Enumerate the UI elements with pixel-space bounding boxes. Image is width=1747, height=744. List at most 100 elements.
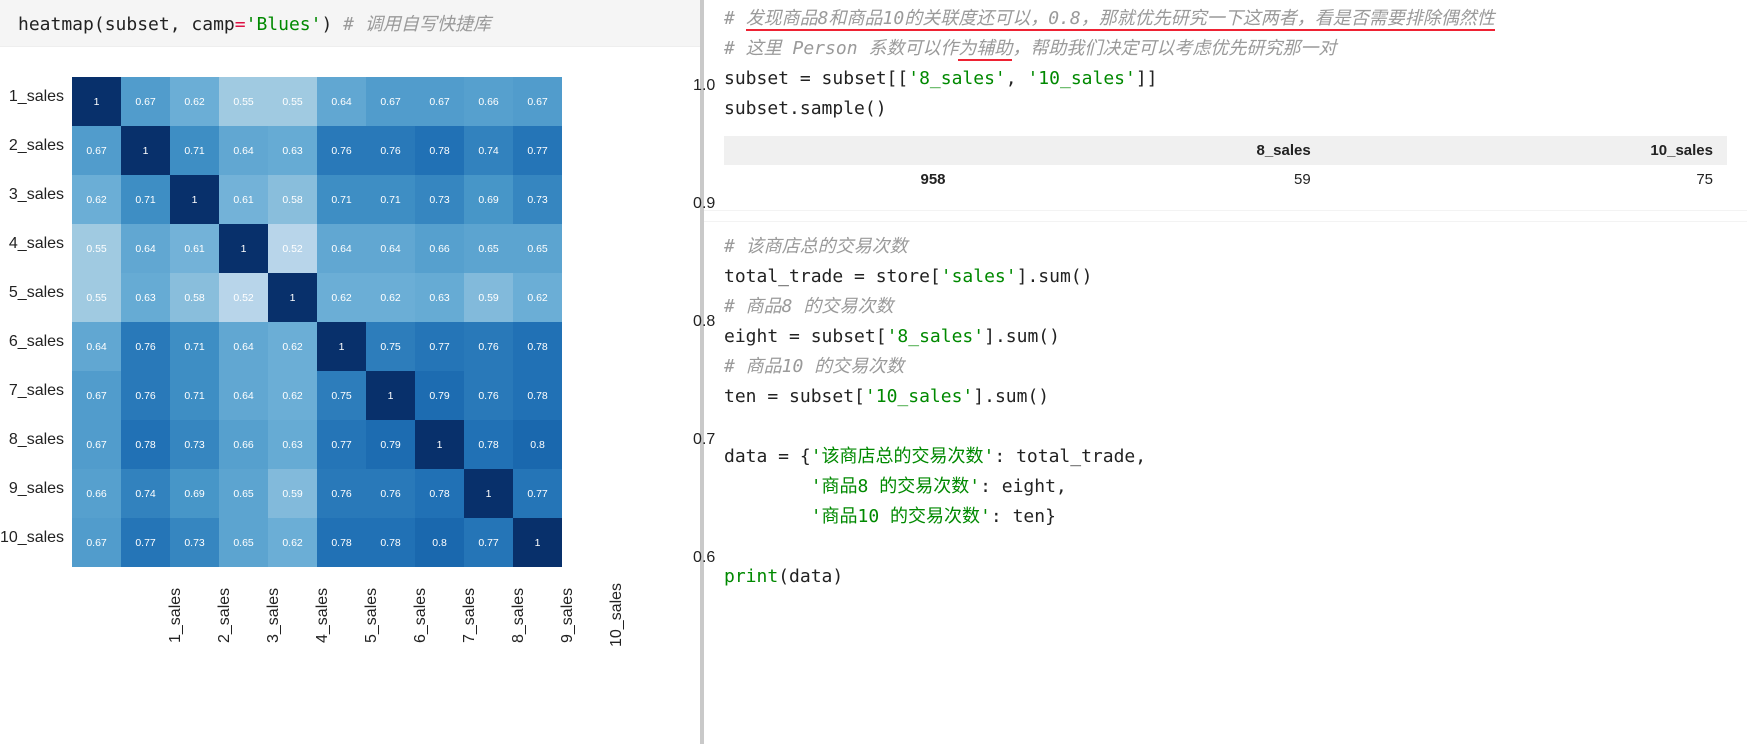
heatmap-cell: 0.76 <box>317 469 366 518</box>
heatmap-cell: 1 <box>72 77 121 126</box>
code-cell-left: heatmap(subset, camp='Blues') # 调用自写快捷库 <box>0 0 700 47</box>
heatmap-cell: 0.79 <box>366 420 415 469</box>
heatmap-grid: 10.670.620.550.550.640.670.670.660.670.6… <box>72 77 657 567</box>
heatmap-cell: 0.78 <box>415 469 464 518</box>
heatmap-cell: 0.78 <box>513 322 562 371</box>
heatmap-cell: 0.71 <box>121 175 170 224</box>
heatmap-cell: 0.64 <box>219 126 268 175</box>
output-table: 8_sales10_sales 9585975 <box>724 136 1727 194</box>
heatmap-cell: 0.77 <box>415 322 464 371</box>
heatmap-cell: 0.79 <box>415 371 464 420</box>
heatmap-cell: 0.61 <box>170 224 219 273</box>
heatmap-cell: 0.77 <box>121 518 170 567</box>
heatmap-cell: 0.52 <box>219 273 268 322</box>
cell-separator <box>704 210 1747 222</box>
heatmap-cell: 0.62 <box>170 77 219 126</box>
heatmap-cell: 0.77 <box>317 420 366 469</box>
heatmap-cell: 0.64 <box>72 322 121 371</box>
heatmap-cell: 0.62 <box>513 273 562 322</box>
heatmap-cell: 1 <box>415 420 464 469</box>
heatmap-cell: 0.8 <box>415 518 464 567</box>
heatmap-cell: 0.65 <box>464 224 513 273</box>
heatmap-cell: 0.64 <box>219 322 268 371</box>
heatmap-cell: 0.67 <box>72 371 121 420</box>
heatmap-cell: 0.69 <box>170 469 219 518</box>
x-axis-labels: 1_sales2_sales3_sales4_sales5_sales6_sal… <box>167 575 657 655</box>
heatmap-cell: 0.62 <box>72 175 121 224</box>
heatmap-cell: 0.76 <box>121 371 170 420</box>
heatmap-cell: 0.69 <box>464 175 513 224</box>
heatmap-cell: 0.62 <box>268 371 317 420</box>
col-header: 8_sales <box>960 136 1325 165</box>
heatmap-cell: 0.77 <box>513 469 562 518</box>
heatmap-cell: 0.67 <box>366 77 415 126</box>
heatmap-cell: 1 <box>317 322 366 371</box>
heatmap-cell: 1 <box>219 224 268 273</box>
heatmap-cell: 0.62 <box>366 273 415 322</box>
heatmap-cell: 0.73 <box>170 420 219 469</box>
heatmap-cell: 0.59 <box>464 273 513 322</box>
heatmap-cell: 0.76 <box>121 322 170 371</box>
heatmap-cell: 0.76 <box>464 322 513 371</box>
heatmap-cell: 0.76 <box>366 126 415 175</box>
fn-name: heatmap <box>18 14 94 35</box>
heatmap-cell: 0.55 <box>72 273 121 322</box>
heatmap-cell: 0.61 <box>219 175 268 224</box>
table-row: 9585975 <box>724 165 1727 194</box>
heatmap-cell: 0.59 <box>268 469 317 518</box>
heatmap-cell: 0.66 <box>464 77 513 126</box>
heatmap-cell: 0.78 <box>513 371 562 420</box>
right-pane: # 发现商品8和商品10的关联度还可以，0.8，那就优先研究一下这两者，看是否需… <box>704 0 1747 744</box>
heatmap-cell: 0.71 <box>317 175 366 224</box>
heatmap-cell: 0.62 <box>317 273 366 322</box>
heatmap-cell: 0.78 <box>464 420 513 469</box>
heatmap-cell: 0.65 <box>513 224 562 273</box>
heatmap-cell: 0.71 <box>170 126 219 175</box>
heatmap-cell: 1 <box>513 518 562 567</box>
heatmap-cell: 0.52 <box>268 224 317 273</box>
heatmap-cell: 0.75 <box>317 371 366 420</box>
heatmap-cell: 0.67 <box>72 126 121 175</box>
col-header: 10_sales <box>1325 136 1727 165</box>
heatmap-cell: 0.67 <box>415 77 464 126</box>
heatmap-cell: 0.55 <box>268 77 317 126</box>
heatmap-cell: 0.71 <box>366 175 415 224</box>
heatmap-cell: 0.58 <box>268 175 317 224</box>
heatmap-cell: 1 <box>121 126 170 175</box>
heatmap-cell: 0.64 <box>317 77 366 126</box>
heatmap-cell: 0.76 <box>366 469 415 518</box>
heatmap-cell: 0.74 <box>121 469 170 518</box>
heatmap-cell: 0.66 <box>219 420 268 469</box>
heatmap-cell: 0.76 <box>317 126 366 175</box>
heatmap-cell: 0.65 <box>219 518 268 567</box>
heatmap-cell: 0.67 <box>513 77 562 126</box>
heatmap-cell: 1 <box>268 273 317 322</box>
heatmap-cell: 1 <box>366 371 415 420</box>
heatmap-cell: 0.64 <box>219 371 268 420</box>
heatmap-cell: 0.63 <box>415 273 464 322</box>
heatmap-cell: 0.63 <box>121 273 170 322</box>
heatmap-cell: 0.78 <box>366 518 415 567</box>
heatmap-cell: 0.58 <box>170 273 219 322</box>
code-cell-right-1: # 发现商品8和商品10的关联度还可以，0.8，那就优先研究一下这两者，看是否需… <box>704 0 1747 128</box>
heatmap-cell: 0.8 <box>513 420 562 469</box>
heatmap-cell: 0.67 <box>121 77 170 126</box>
y-axis-labels: 1_sales2_sales3_sales4_sales5_sales6_sal… <box>0 72 72 562</box>
heatmap-cell: 0.73 <box>415 175 464 224</box>
heatmap-cell: 0.63 <box>268 126 317 175</box>
heatmap-cell: 0.65 <box>219 469 268 518</box>
heatmap-cell: 0.73 <box>170 518 219 567</box>
heatmap-cell: 0.74 <box>464 126 513 175</box>
heatmap-cell: 0.63 <box>268 420 317 469</box>
heatmap-cell: 0.78 <box>415 126 464 175</box>
heatmap-cell: 0.64 <box>121 224 170 273</box>
heatmap-cell: 0.62 <box>268 518 317 567</box>
heatmap-cell: 0.71 <box>170 371 219 420</box>
left-pane: heatmap(subset, camp='Blues') # 调用自写快捷库 … <box>0 0 704 744</box>
heatmap-cell: 0.55 <box>72 224 121 273</box>
heatmap-cell: 1 <box>170 175 219 224</box>
underline-annotation: 发现商品8和商品10的关联度还可以，0.8，那就优先研究一下这两者，看是否需要排… <box>746 9 1495 31</box>
heatmap-cell: 0.77 <box>464 518 513 567</box>
heatmap-cell: 0.73 <box>513 175 562 224</box>
heatmap-cell: 1 <box>464 469 513 518</box>
